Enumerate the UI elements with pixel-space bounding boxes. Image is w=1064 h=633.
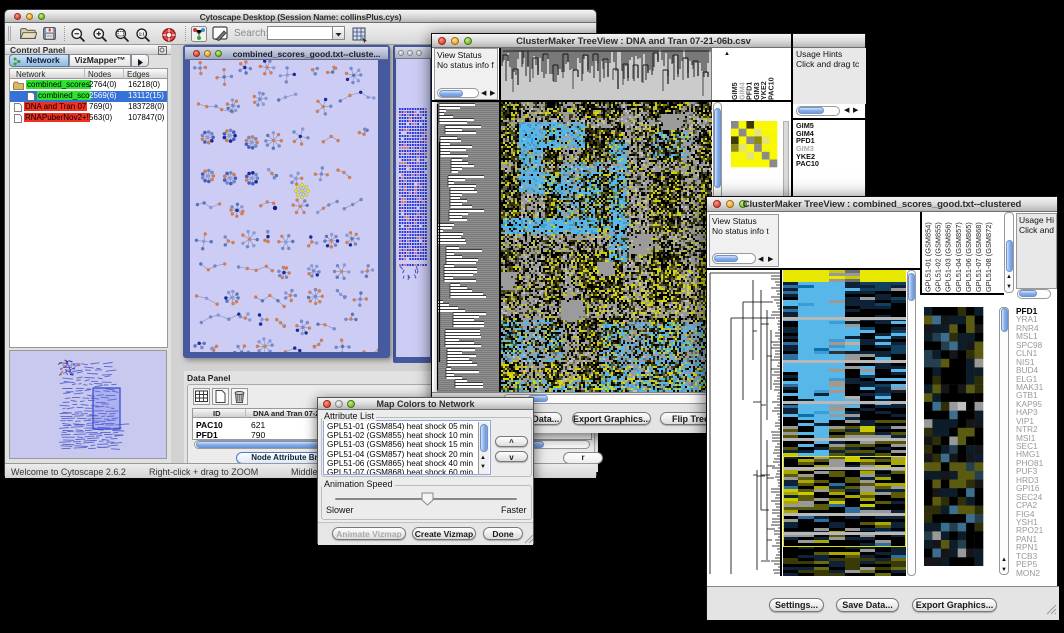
svg-text:GPL51-04 (GSM857): GPL51-04 (GSM857) bbox=[954, 222, 963, 292]
svg-text:GPL51-06 (GSM865): GPL51-06 (GSM865) bbox=[964, 222, 973, 292]
svg-text:GPL51-02 (GSM855): GPL51-02 (GSM855) bbox=[934, 222, 943, 292]
svg-text:GPL51-03 (GSM856): GPL51-03 (GSM856) bbox=[944, 222, 953, 292]
svg-text:GPL51-08 (GSM872): GPL51-08 (GSM872) bbox=[984, 222, 993, 292]
svg-text:GPL51-07 (GSM868): GPL51-07 (GSM868) bbox=[974, 222, 983, 292]
svg-text:PAC10: PAC10 bbox=[767, 77, 776, 100]
svg-text:1:1: 1:1 bbox=[139, 32, 146, 37]
svg-text:GPL51-01 (GSM854): GPL51-01 (GSM854) bbox=[924, 222, 933, 292]
